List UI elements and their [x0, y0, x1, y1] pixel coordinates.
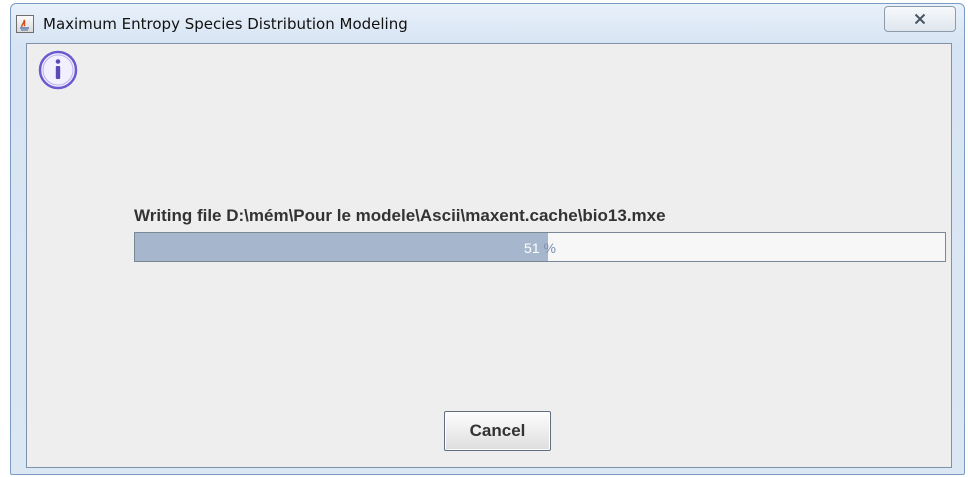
window-title: Maximum Entropy Species Distribution Mod… [43, 15, 408, 33]
progress-bar: 51 % [134, 232, 946, 262]
close-button[interactable] [884, 6, 956, 32]
dialog-content: Writing file D:\mém\Pour le modele\Ascii… [26, 43, 952, 468]
progress-number: 51 [524, 240, 540, 256]
title-bar[interactable]: Maximum Entropy Species Distribution Mod… [11, 4, 964, 40]
progress-unit: % [539, 240, 556, 256]
progress-label: 51 % [135, 240, 945, 256]
info-icon [38, 50, 78, 90]
cancel-button[interactable]: Cancel [444, 411, 551, 451]
dialog-window: Maximum Entropy Species Distribution Mod… [10, 3, 965, 475]
java-icon [16, 15, 34, 33]
close-icon [914, 13, 926, 25]
status-text: Writing file D:\mém\Pour le modele\Ascii… [134, 206, 666, 225]
